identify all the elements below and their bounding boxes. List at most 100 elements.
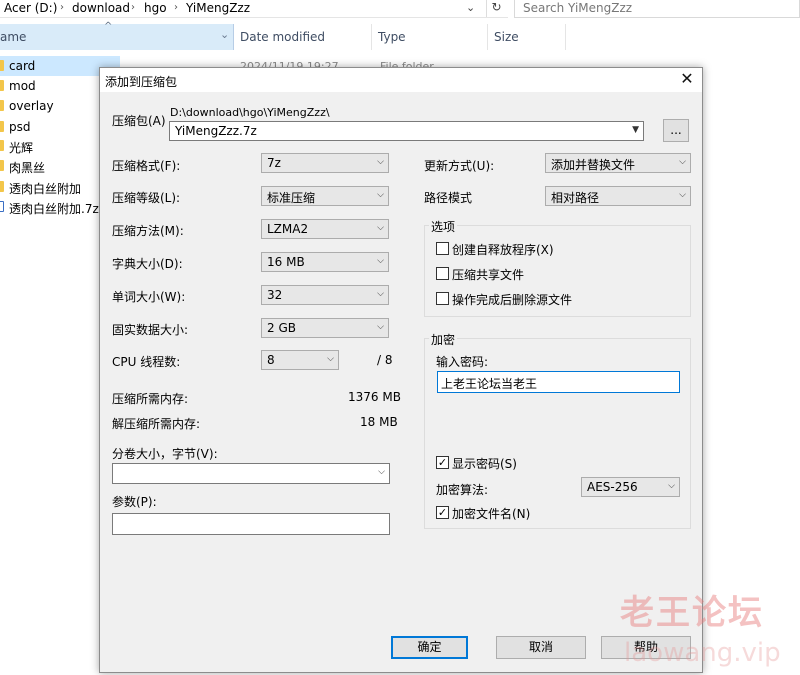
ok-button[interactable]: 确定 [391,636,468,659]
file-name: 透肉白丝附加.7z [9,202,99,216]
update-label: 更新方式(U): [424,159,495,173]
folder-icon [0,160,4,171]
column-header-size[interactable]: Size [488,24,566,50]
chevron-right-icon: › [131,2,135,13]
list-item[interactable]: mod [0,76,100,96]
chevron-down-icon: ⌵ [377,223,384,233]
check-icon: ✓ [436,506,449,519]
enc-method-label: 加密算法: [436,483,489,497]
chevron-down-icon: ⌵ [327,354,334,364]
list-item[interactable]: 肉黑丝 [0,156,100,176]
format-value: 7z [267,156,281,170]
column-header-type[interactable]: Type [372,24,488,50]
list-item[interactable]: 透肉白丝附加 [0,177,100,197]
method-label: 压缩方法(M): [112,224,184,238]
check-icon: ✓ [436,456,449,469]
list-item[interactable]: 透肉白丝附加.7z [0,197,100,217]
archive-path: D:\download\hgo\YiMengZzz\ [170,106,330,119]
archive-name-combo[interactable]: YiMengZzz.7z ▼ [169,121,644,141]
chevron-down-icon[interactable]: ⌄ [466,1,475,14]
dict-select[interactable]: 16 MB ⌵ [261,252,389,272]
chevron-down-icon: ⌵ [679,190,686,200]
file-name: overlay [9,99,54,113]
dict-value: 16 MB [267,255,305,269]
watermark-logo: 老王论坛 [620,593,764,633]
folder-icon [0,80,4,91]
dict-label: 字典大小(D): [112,257,183,271]
cancel-button[interactable]: 取消 [496,636,586,659]
show-password-label: 显示密码(S) [452,457,517,471]
chevron-down-icon: ⌵ [377,190,384,200]
folder-icon [0,181,4,192]
threads-label: CPU 线程数: [112,355,181,369]
chevron-down-icon: ⌵ [378,467,385,477]
file-name: psd [9,120,31,134]
breadcrumb-download[interactable]: download [72,1,130,15]
list-item[interactable]: psd [0,117,100,137]
column-type-label: Type [378,30,406,44]
word-select[interactable]: 32 ⌵ [261,285,389,305]
dialog-title: 添加到压缩包 [105,75,178,89]
watermark-url: laowang.vip [624,638,781,668]
split-label: 分卷大小，字节(V): [112,447,218,461]
level-label: 压缩等级(L): [112,191,181,205]
file-name: 透肉白丝附加 [9,182,82,196]
checkbox-box [436,292,449,305]
params-label: 参数(P): [112,495,157,509]
format-select[interactable]: 7z ⌵ [261,153,389,173]
split-volume-combo[interactable]: ⌵ [112,463,390,484]
method-select[interactable]: LZMA2 ⌵ [261,219,389,239]
pathmode-value: 相对路径 [551,191,600,205]
mem-decomp-label: 解压缩所需内存: [112,417,201,431]
chevron-down-icon: ⌵ [679,157,686,167]
enc-method-select[interactable]: AES-256 ⌵ [581,477,680,497]
password-value: 上老王论坛当老王 [441,377,538,391]
list-item[interactable]: overlay [0,96,100,116]
chevron-right-icon: › [60,2,64,13]
file-name: 肉黑丝 [9,161,46,175]
list-item[interactable]: 光辉 [0,136,100,156]
refresh-icon[interactable]: ↻ [486,0,506,17]
folder-icon [0,100,4,111]
chevron-down-icon: ⌵ [377,157,384,167]
close-icon[interactable]: ✕ [676,68,698,90]
password-input[interactable]: 上老王论坛当老王 [437,371,680,393]
threads-select[interactable]: 8 ⌵ [261,350,339,370]
folder-icon [0,60,4,71]
params-input[interactable] [112,513,390,535]
shared-label: 压缩共享文件 [452,268,525,282]
breadcrumb-drive[interactable]: Acer (D:) [4,1,57,15]
level-select[interactable]: 标准压缩 ⌵ [261,186,389,206]
sfx-label: 创建自释放程序(X) [452,243,554,257]
search-placeholder: Search YiMengZzz [523,1,633,15]
checkbox-box [436,267,449,280]
column-header-date[interactable]: Date modified [234,24,372,50]
options-title: 选项 [429,218,458,235]
chevron-down-icon: ⌵ [377,289,384,299]
add-to-archive-dialog: 添加到压缩包 ✕ 压缩包(A) D:\download\hgo\YiMengZz… [99,67,703,673]
archive-name-value: YiMengZzz.7z [175,124,257,138]
mem-decomp-value: 18 MB [360,415,398,429]
word-label: 单词大小(W): [112,290,186,304]
chevron-down-icon: ⌵ [377,256,384,266]
solid-select[interactable]: 2 GB ⌵ [261,318,389,338]
browse-button[interactable]: ... [663,119,689,142]
method-value: LZMA2 [267,222,309,236]
options-group: 选项 创建自释放程序(X) 压缩共享文件 操作完成后删除源文件 [424,218,691,317]
breadcrumb-yimengzzz[interactable]: YiMengZzz [186,1,250,15]
file-name: 光辉 [9,141,34,155]
address-bar[interactable]: Acer (D:) › download › hgo › YiMengZzz ⌄… [0,0,508,18]
update-select[interactable]: 添加并替换文件 ⌵ [545,153,691,173]
archive-label: 压缩包(A) [112,114,166,128]
word-value: 32 [267,288,283,302]
delete-after-label: 操作完成后删除源文件 [452,293,573,307]
level-value: 标准压缩 [267,191,316,205]
pathmode-select[interactable]: 相对路径 ⌵ [545,186,691,206]
chevron-down-icon[interactable]: ⌄ [220,28,229,41]
pathmode-label: 路径模式 [424,191,473,205]
chevron-down-icon: ⌵ [668,481,675,491]
column-header-name[interactable]: ^ ame ⌄ [0,21,234,50]
breadcrumb-hgo[interactable]: hgo [144,1,167,15]
file-name: card [9,59,36,73]
search-input[interactable]: Search YiMengZzz [514,0,800,18]
